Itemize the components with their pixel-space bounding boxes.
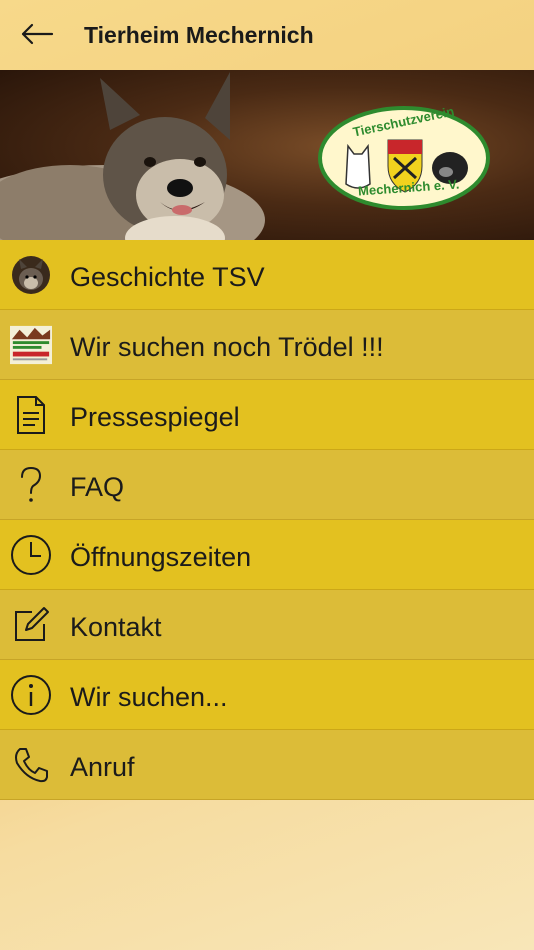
edit-icon: [10, 605, 52, 645]
menu-item-label: Anruf: [70, 752, 135, 782]
menu-item-label: FAQ: [70, 472, 125, 502]
menu-item-label: Kontakt: [70, 612, 162, 642]
phone-icon: [10, 745, 52, 785]
troedelmarkt-thumbnail: [10, 325, 52, 365]
dog-photo-thumbnail: [10, 255, 52, 295]
question-mark-icon: [10, 465, 52, 505]
clock-icon: [10, 535, 52, 575]
menu-item-troedel[interactable]: Wir suchen noch Trödel !!!: [0, 310, 534, 380]
menu-item-label: Öffnungszeiten: [70, 542, 252, 572]
app-bar: Tierheim Mechernich: [0, 0, 534, 70]
header-banner: Tierschutzverein Mechernich e. V.: [0, 70, 534, 240]
document-icon: [10, 395, 52, 435]
menu-item-kontakt[interactable]: Kontakt: [0, 590, 534, 660]
back-button[interactable]: [18, 18, 56, 50]
menu-item-anruf[interactable]: Anruf: [0, 730, 534, 800]
menu-item-wir-suchen[interactable]: Wir suchen...: [0, 660, 534, 730]
menu-item-label: Wir suchen noch Trödel !!!: [70, 332, 384, 362]
info-icon: [10, 675, 52, 715]
menu-item-label: Pressespiegel: [70, 402, 240, 432]
page-title: Tierheim Mechernich: [84, 22, 314, 48]
main-menu: Geschichte TSV Wir suchen noch Trödel !!…: [0, 240, 534, 800]
menu-item-faq[interactable]: FAQ: [0, 450, 534, 520]
menu-item-label: Wir suchen...: [70, 682, 228, 712]
menu-item-geschichte[interactable]: Geschichte TSV: [0, 240, 534, 310]
menu-item-pressespiegel[interactable]: Pressespiegel: [0, 380, 534, 450]
arrow-left-icon: [21, 23, 54, 45]
menu-item-oeffnungszeiten[interactable]: Öffnungszeiten: [0, 520, 534, 590]
menu-item-label: Geschichte TSV: [70, 262, 265, 292]
